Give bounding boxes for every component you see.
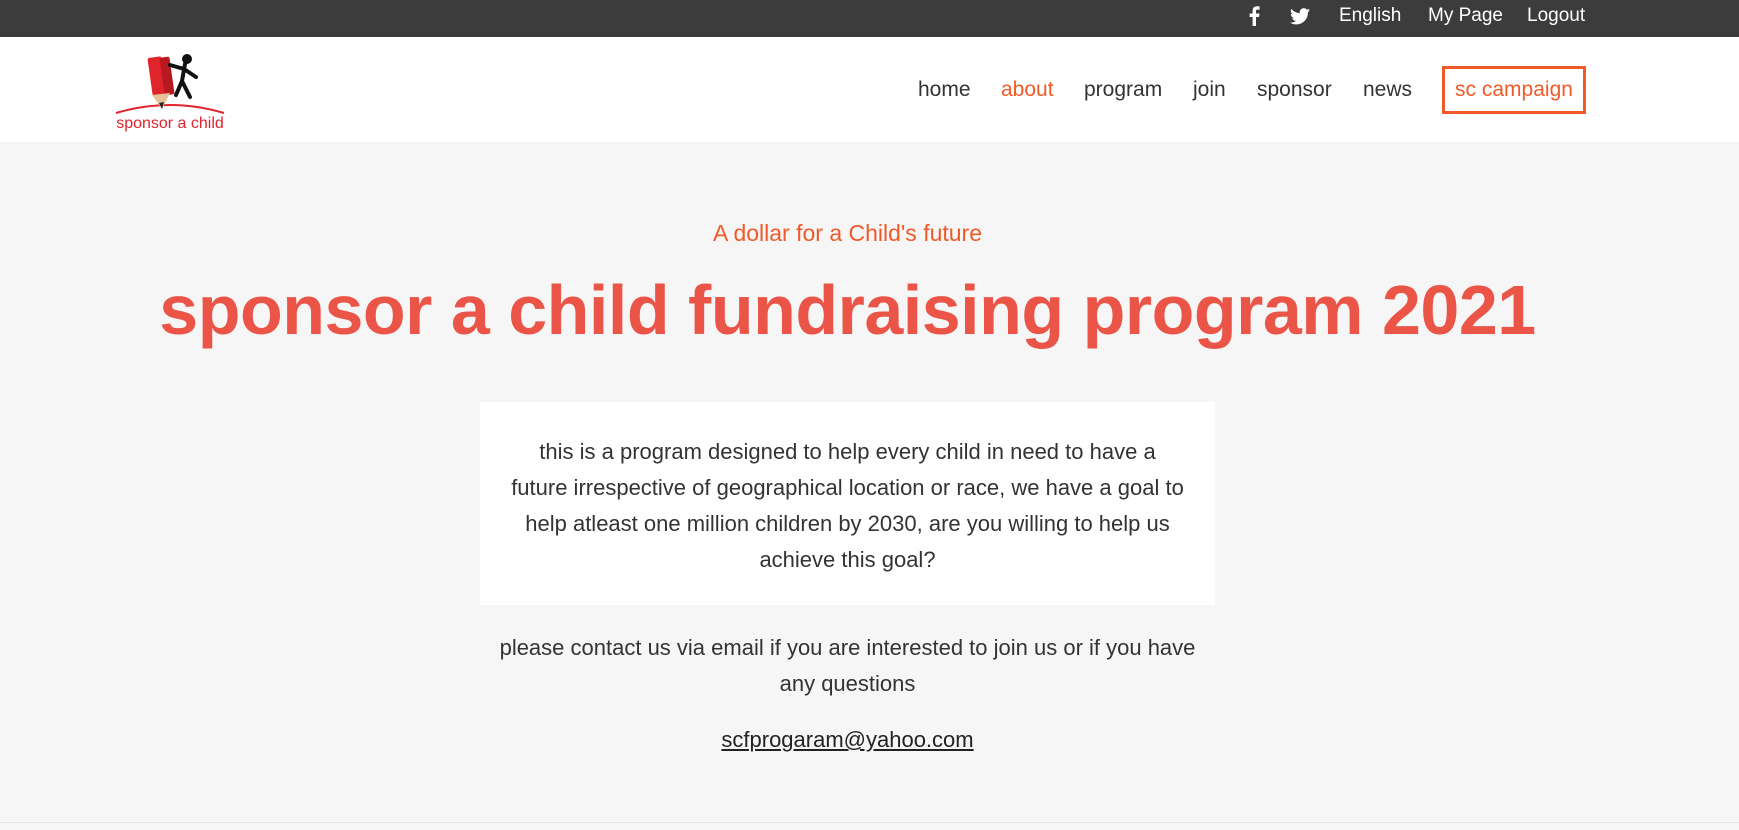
top-bar: English My Page Logout <box>0 0 1739 37</box>
nav-program[interactable]: program <box>1084 77 1162 103</box>
logo-text: sponsor a child <box>116 115 224 132</box>
nav-sc-campaign-button[interactable]: sc campaign <box>1442 66 1586 114</box>
tagline: A dollar for a Child's future <box>712 220 983 246</box>
email-container: scfprogaram@yahoo.com <box>0 727 1695 753</box>
logout-link[interactable]: Logout <box>1527 0 1585 32</box>
email-link[interactable]: scfprogaram@yahoo.com <box>721 727 973 752</box>
nav-home[interactable]: home <box>918 77 971 103</box>
site-logo[interactable]: sponsor a child <box>112 51 228 135</box>
description-text: this is a program designed to help every… <box>511 439 1184 572</box>
language-selector[interactable]: English <box>1339 0 1401 32</box>
description-card: this is a program designed to help every… <box>480 402 1215 605</box>
logo-graphic <box>115 54 225 114</box>
my-page-link[interactable]: My Page <box>1428 0 1503 32</box>
twitter-icon[interactable] <box>1290 0 1310 32</box>
divider <box>0 822 1739 823</box>
nav-join[interactable]: join <box>1193 77 1226 103</box>
facebook-icon[interactable] <box>1248 0 1260 32</box>
site-header: sponsor a child home about program join … <box>0 37 1739 142</box>
contact-text: please contact us via email if you are i… <box>499 635 1196 696</box>
page-title: sponsor a child fundraising program 2021 <box>159 271 1536 349</box>
nav-sponsor[interactable]: sponsor <box>1257 77 1332 103</box>
nav-about[interactable]: about <box>1001 77 1054 103</box>
nav-news[interactable]: news <box>1363 77 1412 103</box>
